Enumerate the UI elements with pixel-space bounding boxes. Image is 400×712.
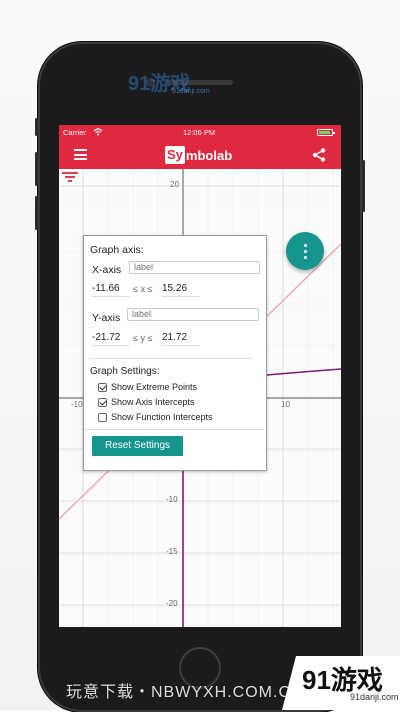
checkbox-function-intercepts[interactable] (98, 412, 107, 422)
x-axis-label-input[interactable] (129, 261, 260, 274)
y-tick-neg10: -10 (166, 495, 178, 504)
watermark-corner-sub: 91danji.com (350, 692, 399, 702)
panel-divider (90, 358, 252, 359)
watermark-top-sub: 91danji.com (172, 88, 210, 95)
x-min-input[interactable]: -11.66 (92, 282, 130, 297)
symbolab-logo: Sy mbolab (165, 145, 232, 165)
power-button (362, 160, 365, 212)
y-axis-label: Y-axis (92, 312, 121, 324)
setting-axis-intercepts-label: Show Axis Intercepts (111, 397, 195, 407)
background: 91游戏 91danji.com Carrier 12:06 PM Sy mbo… (0, 0, 400, 712)
y-tick-neg20: -20 (166, 599, 178, 608)
volume-up-button (35, 152, 38, 186)
logo-box-text: Sy (165, 146, 185, 164)
setting-extreme-points[interactable]: Show Extreme Points (98, 381, 197, 393)
logo-rest-text: mbolab (185, 147, 233, 163)
volume-down-button (35, 196, 38, 230)
phone-screen: Carrier 12:06 PM Sy mbolab -10 10 20 -10… (59, 125, 341, 627)
more-vertical-icon (304, 244, 307, 247)
checkbox-axis-intercepts[interactable] (98, 397, 107, 407)
carrier-label: Carrier (63, 128, 86, 137)
x-tick-neg10: -10 (71, 400, 83, 409)
graph-axis-heading: Graph axis: (90, 244, 144, 256)
y-min-input[interactable]: -21.72 (92, 331, 130, 346)
setting-function-intercepts-label: Show Function Intercepts (111, 412, 213, 422)
filter-icon[interactable] (59, 169, 81, 185)
setting-function-intercepts[interactable]: Show Function Intercepts (98, 411, 213, 423)
watermark-corner: 91游戏 91danji.com (282, 656, 400, 710)
status-time: 12:06 PM (183, 128, 216, 137)
more-options-button[interactable] (286, 232, 324, 270)
checkbox-extreme-points[interactable] (98, 382, 107, 392)
graph-canvas[interactable]: -10 10 20 -5 -10 -15 -20 Graph axis: X-a… (59, 169, 341, 627)
mute-switch (35, 118, 38, 136)
setting-extreme-points-label: Show Extreme Points (111, 382, 198, 392)
watermark-bottom-text: 玩意下载・NBWYXH.COM.CN (66, 684, 304, 701)
reset-settings-button[interactable]: Reset Settings (92, 436, 183, 456)
share-icon[interactable] (311, 147, 327, 163)
graph-settings-heading: Graph Settings: (90, 366, 160, 377)
status-bar: Carrier 12:06 PM (59, 125, 341, 140)
app-bar: Sy mbolab (59, 140, 341, 169)
x-range-symbol: ≤ x ≤ (133, 284, 153, 294)
y-axis-label-input[interactable] (127, 308, 259, 321)
hamburger-menu-icon[interactable] (74, 149, 87, 160)
panel-divider-2 (84, 429, 264, 430)
y-tick-20: 20 (170, 180, 179, 189)
y-max-input[interactable]: 21.72 (162, 331, 200, 346)
graph-settings-panel: Graph axis: X-axis -11.66 ≤ x ≤ 15.26 Y-… (83, 235, 267, 471)
battery-icon (317, 129, 335, 136)
x-max-input[interactable]: 15.26 (162, 282, 200, 297)
x-tick-10: 10 (281, 400, 290, 409)
y-range-symbol: ≤ y ≤ (133, 333, 153, 343)
wifi-icon (93, 128, 103, 136)
x-axis-label: X-axis (92, 264, 122, 276)
watermark-top: 91游戏 91danji.com (128, 67, 238, 97)
y-tick-neg15: -15 (166, 547, 178, 556)
setting-axis-intercepts[interactable]: Show Axis Intercepts (98, 396, 195, 408)
